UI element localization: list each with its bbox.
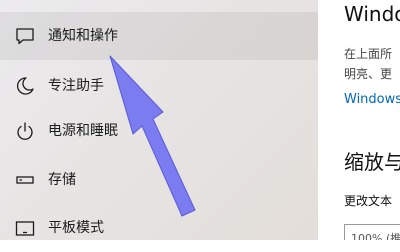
power-icon [17, 122, 33, 140]
sidebar-item-label: 存储 [48, 172, 76, 188]
moon-icon [17, 77, 34, 95]
sidebar-item-label: 专注助手 [48, 78, 104, 94]
change-text-label: 更改文本 [344, 194, 393, 208]
storage-icon [16, 176, 34, 184]
sidebar-item-label: 通知和操作 [48, 28, 118, 44]
scale-dropdown-value: 100% (推 [351, 232, 400, 240]
sidebar-item-focus-assist[interactable]: 专注助手 [0, 62, 318, 110]
description-text-continued: 明亮、更 [344, 67, 393, 81]
sidebar-item-power-and-sleep[interactable]: 电源和睡眠 [0, 107, 318, 155]
sidebar-item-label: 电源和睡眠 [48, 123, 118, 139]
description-text: 在上面所 [344, 47, 393, 61]
sidebar-item-tablet-mode[interactable]: 平板模式 [0, 204, 318, 252]
windows-link[interactable]: Windows [344, 93, 400, 106]
tablet-icon [15, 221, 35, 236]
settings-sidebar: 通知和操作 专注助手 电源和睡眠 存储 平板模式 [0, 0, 318, 240]
section-heading-scale: 缩放与 [344, 150, 400, 174]
sidebar-item-storage[interactable]: 存储 [0, 156, 318, 204]
content-pane: Windo 在上面所 明亮、更 Windows 缩放与 更改文本 100% (推 [318, 0, 400, 240]
sidebar-item-label: 平板模式 [48, 220, 104, 236]
sidebar-item-notifications-and-actions[interactable]: 通知和操作 [0, 12, 318, 60]
scale-dropdown[interactable]: 100% (推 [344, 224, 400, 240]
notification-icon [16, 28, 34, 45]
page-heading: Windo [344, 2, 400, 26]
